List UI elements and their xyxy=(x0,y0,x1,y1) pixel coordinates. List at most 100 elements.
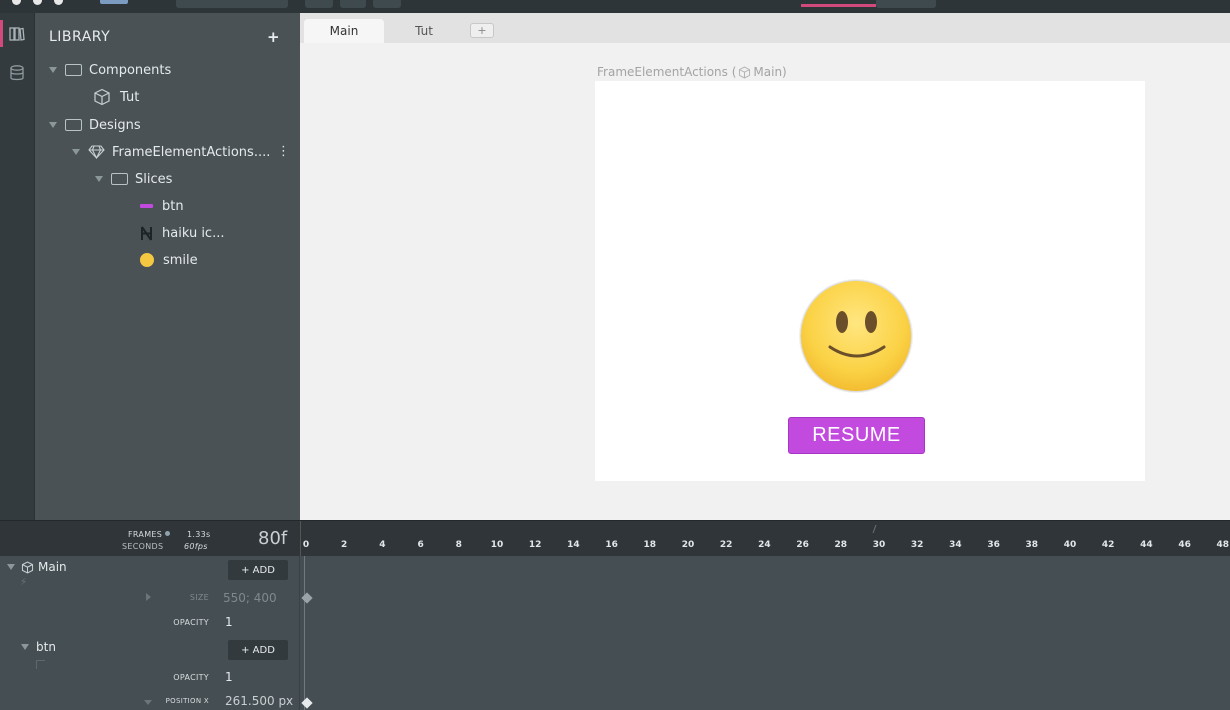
library-panel: LIBRARY + Components Tut Designs FrameEl… xyxy=(35,13,300,520)
smile-slice-icon xyxy=(140,253,154,267)
ruler-tick-label: 26 xyxy=(796,540,809,550)
library-title: LIBRARY xyxy=(49,29,111,45)
sketch-diamond-icon xyxy=(88,145,105,159)
smile-emoji[interactable] xyxy=(800,280,912,392)
time-value: 1.33s xyxy=(187,530,211,539)
element-row-main[interactable]: Main xyxy=(7,560,67,574)
tree-item-label: smile xyxy=(163,252,198,268)
tree-item-label: Slices xyxy=(135,171,173,187)
tab-tut[interactable]: Tut xyxy=(388,19,460,43)
ruler-tick-label: 12 xyxy=(528,540,542,550)
timeline-header: FRAMES SECONDS 1.33s 60fps 80f 0 2 4 6 8 10 12… xyxy=(0,520,1230,557)
tree-item-haiku-icon[interactable]: haiku ic... xyxy=(140,222,224,244)
playhead-marker[interactable] xyxy=(872,525,884,533)
fps-value[interactable]: 60fps xyxy=(184,542,208,551)
playhead-line[interactable] xyxy=(304,556,305,710)
folder-icon xyxy=(65,64,82,76)
close-window-icon[interactable] xyxy=(12,0,21,5)
stage-area: Main Tut + FrameElementActions ( Main) R… xyxy=(300,13,1230,520)
frames-label[interactable]: FRAMES xyxy=(128,530,162,539)
add-property-button[interactable]: + ADD xyxy=(228,640,288,660)
ruler-tick-label: 48 xyxy=(1216,540,1230,550)
ruler-tick-label: 20 xyxy=(681,540,695,550)
tree-item-smile[interactable]: smile xyxy=(140,249,198,271)
size-value[interactable]: 550; 400 xyxy=(223,591,277,605)
timeline-body: Main ⚡ + ADD SIZE 550; 400 OPACITY 1 btn… xyxy=(0,556,1230,710)
project-badge[interactable] xyxy=(100,0,128,4)
caret-down-icon[interactable] xyxy=(95,176,103,182)
library-icon[interactable] xyxy=(8,25,26,43)
tree-item-components[interactable]: Components xyxy=(49,59,171,81)
toolbar-button[interactable] xyxy=(305,0,333,8)
add-asset-button[interactable]: + xyxy=(267,28,280,46)
search-input[interactable] xyxy=(176,0,288,8)
add-tab-button[interactable]: + xyxy=(470,23,494,38)
resume-button[interactable]: RESUME xyxy=(788,417,925,454)
ruler-tick-label: 4 xyxy=(379,540,386,550)
ruler-tick-label: 34 xyxy=(949,540,962,550)
left-rail xyxy=(0,13,35,520)
element-row-btn[interactable]: btn xyxy=(21,640,56,654)
toolbar-button[interactable] xyxy=(876,0,936,8)
ruler-tick-label: 44 xyxy=(1140,540,1153,550)
opacity-value[interactable]: 1 xyxy=(225,670,233,684)
more-options-icon[interactable]: ⋮ xyxy=(277,144,290,159)
position-x-label: POSITION X xyxy=(165,697,209,705)
seconds-label[interactable]: SECONDS xyxy=(122,542,163,551)
tree-item-label: haiku ic... xyxy=(162,225,225,241)
tab-bar: Main Tut + xyxy=(300,13,1230,43)
opacity-value[interactable]: 1 xyxy=(225,615,233,629)
element-name: Main xyxy=(38,560,67,574)
tree-item-label: FrameElementActions.... xyxy=(112,144,271,160)
tree-item-design-file[interactable]: FrameElementActions.... xyxy=(72,141,270,163)
caret-down-icon[interactable] xyxy=(7,564,15,570)
unit-toggle-dot[interactable] xyxy=(165,531,170,536)
folder-icon xyxy=(65,119,82,131)
database-icon[interactable] xyxy=(8,64,26,82)
ruler-tick-label: 0 xyxy=(302,540,310,550)
tree-item-btn[interactable]: btn xyxy=(140,195,184,217)
ruler-tick-label: 46 xyxy=(1178,540,1191,550)
tree-item-slices[interactable]: Slices xyxy=(95,168,172,190)
active-indicator xyxy=(0,20,3,47)
caret-down-icon[interactable] xyxy=(49,67,57,73)
ruler-tick-label: 8 xyxy=(455,540,462,550)
left-eye xyxy=(836,311,848,333)
ruler-tick-label: 32 xyxy=(910,540,924,550)
position-x-value[interactable]: 261.500 px xyxy=(225,694,293,708)
ruler-tick-label: 40 xyxy=(1063,540,1077,550)
tree-item-designs[interactable]: Designs xyxy=(49,114,141,136)
opacity-label: OPACITY xyxy=(173,618,209,627)
opacity-label: OPACITY xyxy=(173,673,209,682)
haiku-slice-icon xyxy=(141,225,152,241)
minimize-window-icon[interactable] xyxy=(33,0,42,5)
maximize-window-icon[interactable] xyxy=(54,0,63,5)
ruler-tick-label: 16 xyxy=(605,540,618,550)
toolbar-button[interactable] xyxy=(373,0,401,8)
ruler-tick-label: 2 xyxy=(341,540,348,550)
ruler-tick-label: 36 xyxy=(987,540,1000,550)
frame-count[interactable]: 80f xyxy=(258,528,287,549)
haiku-logo-icon xyxy=(82,0,96,4)
tree-item-tut[interactable]: Tut xyxy=(93,86,139,108)
artboard-component-name: Main) xyxy=(753,65,787,79)
add-property-button[interactable]: + ADD xyxy=(228,560,288,580)
progress-indicator xyxy=(801,4,876,7)
element-name: btn xyxy=(36,640,56,654)
caret-down-icon[interactable] xyxy=(21,644,29,650)
ruler-tick-label: 10 xyxy=(490,540,504,550)
ruler-tick-label: 6 xyxy=(417,540,424,550)
tree-item-label: Designs xyxy=(89,117,141,133)
component-cube-icon xyxy=(21,561,34,573)
tab-main[interactable]: Main xyxy=(304,19,384,43)
right-eye xyxy=(865,311,877,333)
caret-down-icon[interactable] xyxy=(72,149,80,155)
ruler-tick-label: 18 xyxy=(643,540,657,550)
tree-item-label: Components xyxy=(89,62,172,78)
toolbar-button[interactable] xyxy=(340,0,366,8)
caret-down-icon[interactable] xyxy=(49,122,57,128)
smile-mouth xyxy=(828,345,886,358)
artboard[interactable]: RESUME xyxy=(595,81,1145,481)
component-cube-icon xyxy=(94,88,110,106)
lightning-icon[interactable]: ⚡ xyxy=(20,577,27,588)
